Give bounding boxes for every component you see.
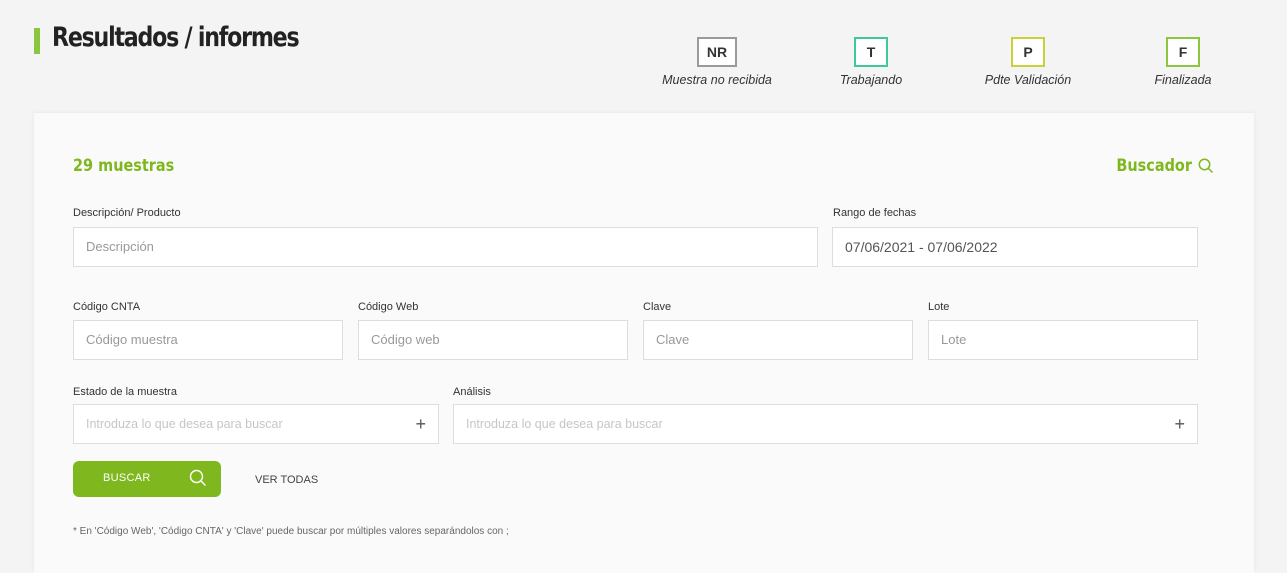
estado-input[interactable]: Introduza lo que desea para buscar + [73, 404, 439, 444]
plus-icon[interactable]: + [415, 405, 426, 443]
search-footnote: * En 'Código Web', 'Código CNTA' y 'Clav… [73, 526, 509, 537]
legend-item-f: F Finalizada [1146, 37, 1220, 87]
legend-label-f: Finalizada [1154, 73, 1212, 87]
date-range-input[interactable]: 07/06/2021 - 07/06/2022 [832, 227, 1198, 267]
legend-code-f: F [1166, 37, 1200, 67]
analisis-input[interactable]: Introduza lo que desea para buscar + [453, 404, 1198, 444]
rango-label: Rango de fechas [833, 207, 917, 219]
descripcion-input[interactable]: Descripción [73, 227, 818, 267]
plus-icon[interactable]: + [1174, 405, 1185, 443]
descripcion-label: Descripción/ Producto [73, 207, 181, 219]
finder-toggle[interactable]: Buscador [1103, 156, 1214, 176]
lote-input[interactable]: Lote [928, 320, 1198, 360]
view-all-link[interactable]: VER TODAS [255, 474, 318, 486]
legend-label-t: Trabajando [839, 73, 903, 87]
analisis-placeholder: Introduza lo que desea para buscar [466, 417, 663, 431]
estado-placeholder: Introduza lo que desea para buscar [86, 417, 283, 431]
search-icon [1198, 158, 1214, 174]
search-button-label: BUSCAR [103, 472, 151, 484]
legend-item-nr: NR Muestra no recibida [652, 37, 782, 87]
legend-item-p: P Pdte Validación [976, 37, 1080, 87]
legend-label-p: Pdte Validación [984, 73, 1072, 87]
codigo-cnta-label: Código CNTA [73, 301, 141, 313]
page-header: Resultados / informes NR Muestra no reci… [0, 0, 1287, 100]
legend-label-nr: Muestra no recibida [662, 73, 772, 87]
codigo-web-input[interactable]: Código web [358, 320, 628, 360]
estado-label: Estado de la muestra [73, 386, 177, 398]
legend-code-p: P [1011, 37, 1045, 67]
clave-label: Clave [643, 301, 672, 313]
finder-label: Buscador [1116, 156, 1192, 176]
legend-item-t: T Trabajando [828, 37, 914, 87]
sample-count: 29 muestras [73, 156, 175, 176]
search-icon [189, 469, 206, 486]
clave-input[interactable]: Clave [643, 320, 913, 360]
codigo-web-label: Código Web [358, 301, 419, 313]
legend-code-nr: NR [697, 37, 737, 67]
legend-code-t: T [854, 37, 888, 67]
title-accent-bar [34, 28, 40, 54]
search-button[interactable]: BUSCAR [73, 461, 221, 497]
codigo-cnta-input[interactable]: Código muestra [73, 320, 343, 360]
analisis-label: Análisis [453, 386, 491, 398]
lote-label: Lote [928, 301, 950, 313]
page-title: Resultados / informes [52, 22, 300, 53]
